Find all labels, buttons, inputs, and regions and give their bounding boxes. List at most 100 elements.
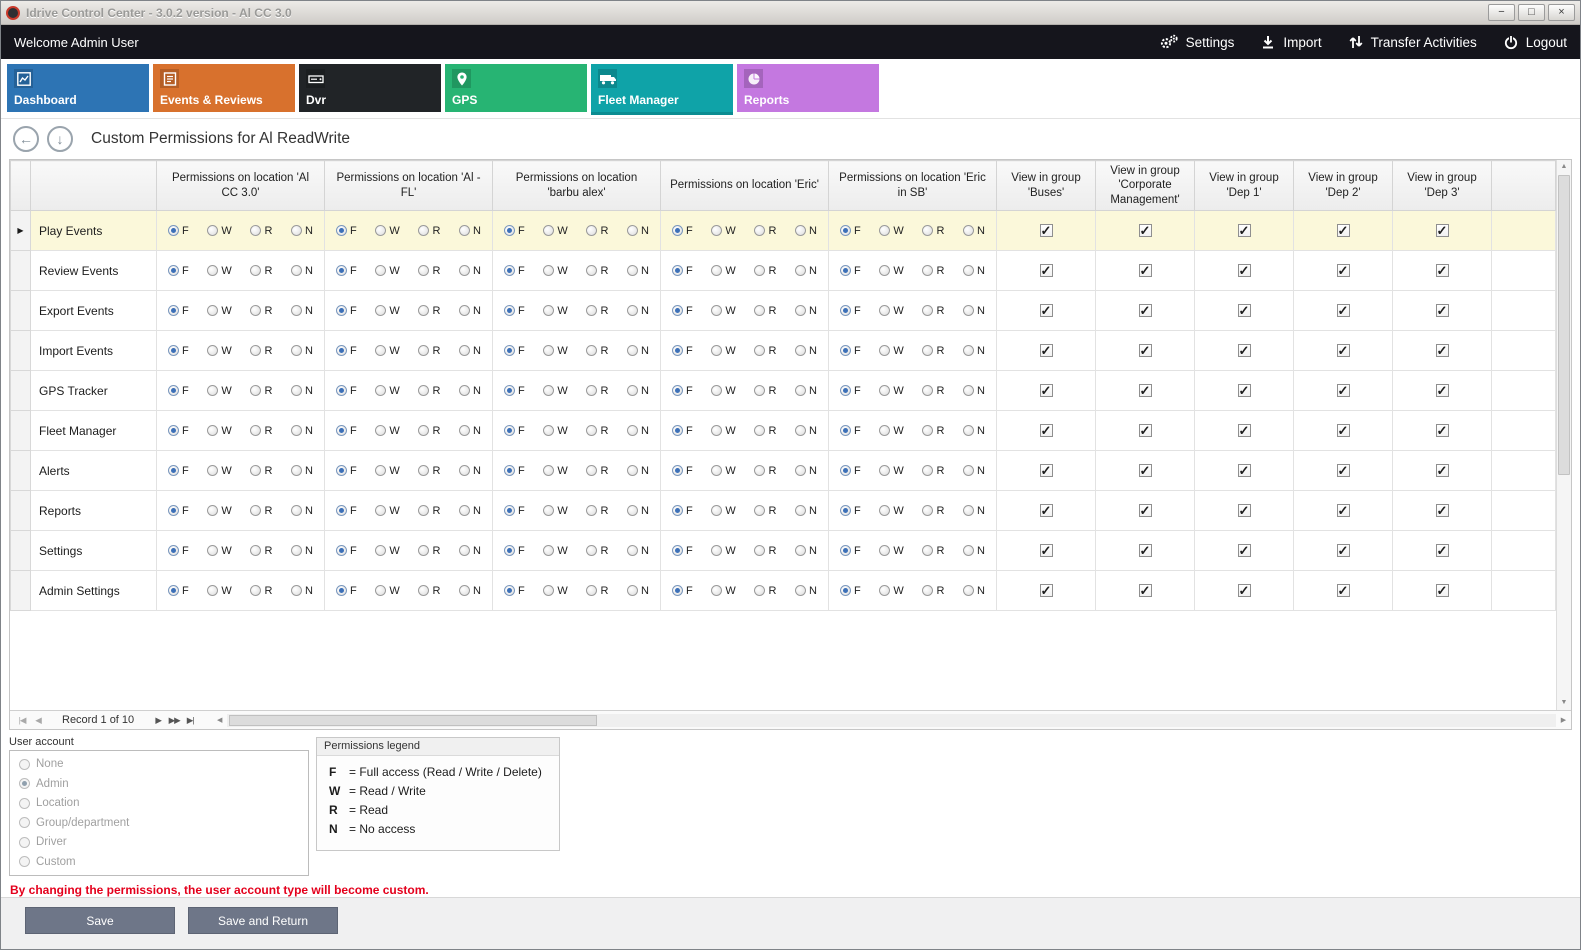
permission-radio-F[interactable]: F [672, 385, 693, 397]
permission-radio-W[interactable]: W [879, 385, 903, 397]
permission-radio-R[interactable]: R [418, 585, 440, 597]
permission-radio-W[interactable]: W [207, 585, 231, 597]
permission-radio-N[interactable]: N [291, 505, 313, 517]
group-checkbox[interactable]: ✓ [1040, 424, 1053, 437]
permission-radio-F[interactable]: F [168, 345, 189, 357]
permission-radio-F[interactable]: F [840, 305, 861, 317]
group-column-header[interactable]: View in group 'Dep 1' [1195, 161, 1294, 211]
permission-radio-W[interactable]: W [879, 225, 903, 237]
permission-radio-R[interactable]: R [754, 385, 776, 397]
permission-radio-R[interactable]: R [754, 425, 776, 437]
group-checkbox[interactable]: ✓ [1139, 264, 1152, 277]
permission-radio-F[interactable]: F [672, 265, 693, 277]
permission-radio-N[interactable]: N [963, 225, 985, 237]
permission-radio-R[interactable]: R [922, 265, 944, 277]
permission-radio-W[interactable]: W [543, 465, 567, 477]
permission-radio-F[interactable]: F [840, 425, 861, 437]
permission-radio-R[interactable]: R [754, 505, 776, 517]
permission-radio-N[interactable]: N [627, 465, 649, 477]
permission-radio-N[interactable]: N [795, 225, 817, 237]
permission-radio-N[interactable]: N [459, 265, 481, 277]
group-checkbox[interactable]: ✓ [1337, 224, 1350, 237]
permission-radio-F[interactable]: F [504, 505, 525, 517]
permission-radio-N[interactable]: N [963, 465, 985, 477]
group-checkbox[interactable]: ✓ [1436, 424, 1449, 437]
permission-radio-F[interactable]: F [336, 265, 357, 277]
permission-radio-F[interactable]: F [336, 585, 357, 597]
permission-radio-W[interactable]: W [543, 265, 567, 277]
group-checkbox[interactable]: ✓ [1139, 424, 1152, 437]
horizontal-scroll-track[interactable] [227, 714, 1556, 727]
permission-radio-W[interactable]: W [879, 545, 903, 557]
permission-radio-W[interactable]: W [375, 305, 399, 317]
permission-radio-W[interactable]: W [543, 585, 567, 597]
permission-radio-W[interactable]: W [375, 345, 399, 357]
group-checkbox[interactable]: ✓ [1139, 304, 1152, 317]
permission-radio-N[interactable]: N [627, 585, 649, 597]
group-checkbox[interactable]: ✓ [1337, 384, 1350, 397]
permission-radio-N[interactable]: N [459, 345, 481, 357]
permission-radio-N[interactable]: N [291, 465, 313, 477]
permission-radio-F[interactable]: F [840, 345, 861, 357]
group-checkbox[interactable]: ✓ [1040, 504, 1053, 517]
permission-radio-R[interactable]: R [922, 305, 944, 317]
permission-radio-W[interactable]: W [879, 265, 903, 277]
permission-radio-R[interactable]: R [250, 465, 272, 477]
permission-radio-F[interactable]: F [168, 265, 189, 277]
settings-button[interactable]: Settings [1159, 34, 1235, 50]
tab-reports[interactable]: Reports [737, 64, 879, 112]
group-checkbox[interactable]: ✓ [1436, 544, 1449, 557]
permission-radio-W[interactable]: W [375, 385, 399, 397]
group-checkbox[interactable]: ✓ [1337, 584, 1350, 597]
prev-record-button[interactable]: ◀ [30, 715, 46, 726]
group-checkbox[interactable]: ✓ [1337, 304, 1350, 317]
permission-radio-R[interactable]: R [922, 505, 944, 517]
permission-radio-F[interactable]: F [672, 585, 693, 597]
permission-radio-W[interactable]: W [711, 465, 735, 477]
group-checkbox[interactable]: ✓ [1238, 504, 1251, 517]
permission-radio-W[interactable]: W [543, 545, 567, 557]
group-checkbox[interactable]: ✓ [1436, 584, 1449, 597]
group-column-header[interactable]: View in group 'Dep 2' [1294, 161, 1393, 211]
permission-radio-F[interactable]: F [504, 425, 525, 437]
permission-radio-F[interactable]: F [504, 265, 525, 277]
permission-radio-N[interactable]: N [795, 585, 817, 597]
save-and-return-button[interactable]: Save and Return [188, 907, 338, 934]
user-account-option[interactable]: Admin [19, 778, 299, 790]
permission-radio-F[interactable]: F [840, 385, 861, 397]
permission-radio-N[interactable]: N [291, 265, 313, 277]
permission-radio-N[interactable]: N [963, 345, 985, 357]
group-checkbox[interactable]: ✓ [1436, 344, 1449, 357]
permission-radio-W[interactable]: W [711, 505, 735, 517]
group-checkbox[interactable]: ✓ [1040, 544, 1053, 557]
permission-radio-R[interactable]: R [418, 505, 440, 517]
permission-radio-F[interactable]: F [336, 225, 357, 237]
group-checkbox[interactable]: ✓ [1337, 544, 1350, 557]
group-checkbox[interactable]: ✓ [1337, 344, 1350, 357]
permission-radio-W[interactable]: W [207, 305, 231, 317]
permission-radio-N[interactable]: N [795, 425, 817, 437]
grid-row[interactable]: SettingsFWRNFWRNFWRNFWRNFWRN✓✓✓✓✓ [11, 531, 1556, 571]
permission-radio-F[interactable]: F [336, 505, 357, 517]
permission-radio-F[interactable]: F [504, 225, 525, 237]
group-checkbox[interactable]: ✓ [1238, 224, 1251, 237]
user-account-option[interactable]: None [19, 758, 299, 770]
permission-radio-N[interactable]: N [795, 545, 817, 557]
permission-radio-N[interactable]: N [291, 225, 313, 237]
grid-row[interactable]: Admin SettingsFWRNFWRNFWRNFWRNFWRN✓✓✓✓✓ [11, 571, 1556, 611]
horizontal-scroll-thumb[interactable] [229, 715, 597, 726]
permission-radio-F[interactable]: F [672, 305, 693, 317]
permission-radio-N[interactable]: N [291, 545, 313, 557]
transfer-activities-button[interactable]: Transfer Activities [1348, 34, 1477, 50]
group-checkbox[interactable]: ✓ [1436, 304, 1449, 317]
group-checkbox[interactable]: ✓ [1040, 464, 1053, 477]
next-page-button[interactable]: ▶▶ [166, 715, 182, 726]
permission-radio-F[interactable]: F [504, 545, 525, 557]
grid-row[interactable]: Review EventsFWRNFWRNFWRNFWRNFWRN✓✓✓✓✓ [11, 251, 1556, 291]
permission-radio-F[interactable]: F [504, 385, 525, 397]
permission-radio-F[interactable]: F [168, 305, 189, 317]
group-checkbox[interactable]: ✓ [1139, 384, 1152, 397]
save-button[interactable]: Save [25, 907, 175, 934]
expand-button[interactable]: ↓ [47, 126, 73, 152]
permission-radio-F[interactable]: F [840, 265, 861, 277]
